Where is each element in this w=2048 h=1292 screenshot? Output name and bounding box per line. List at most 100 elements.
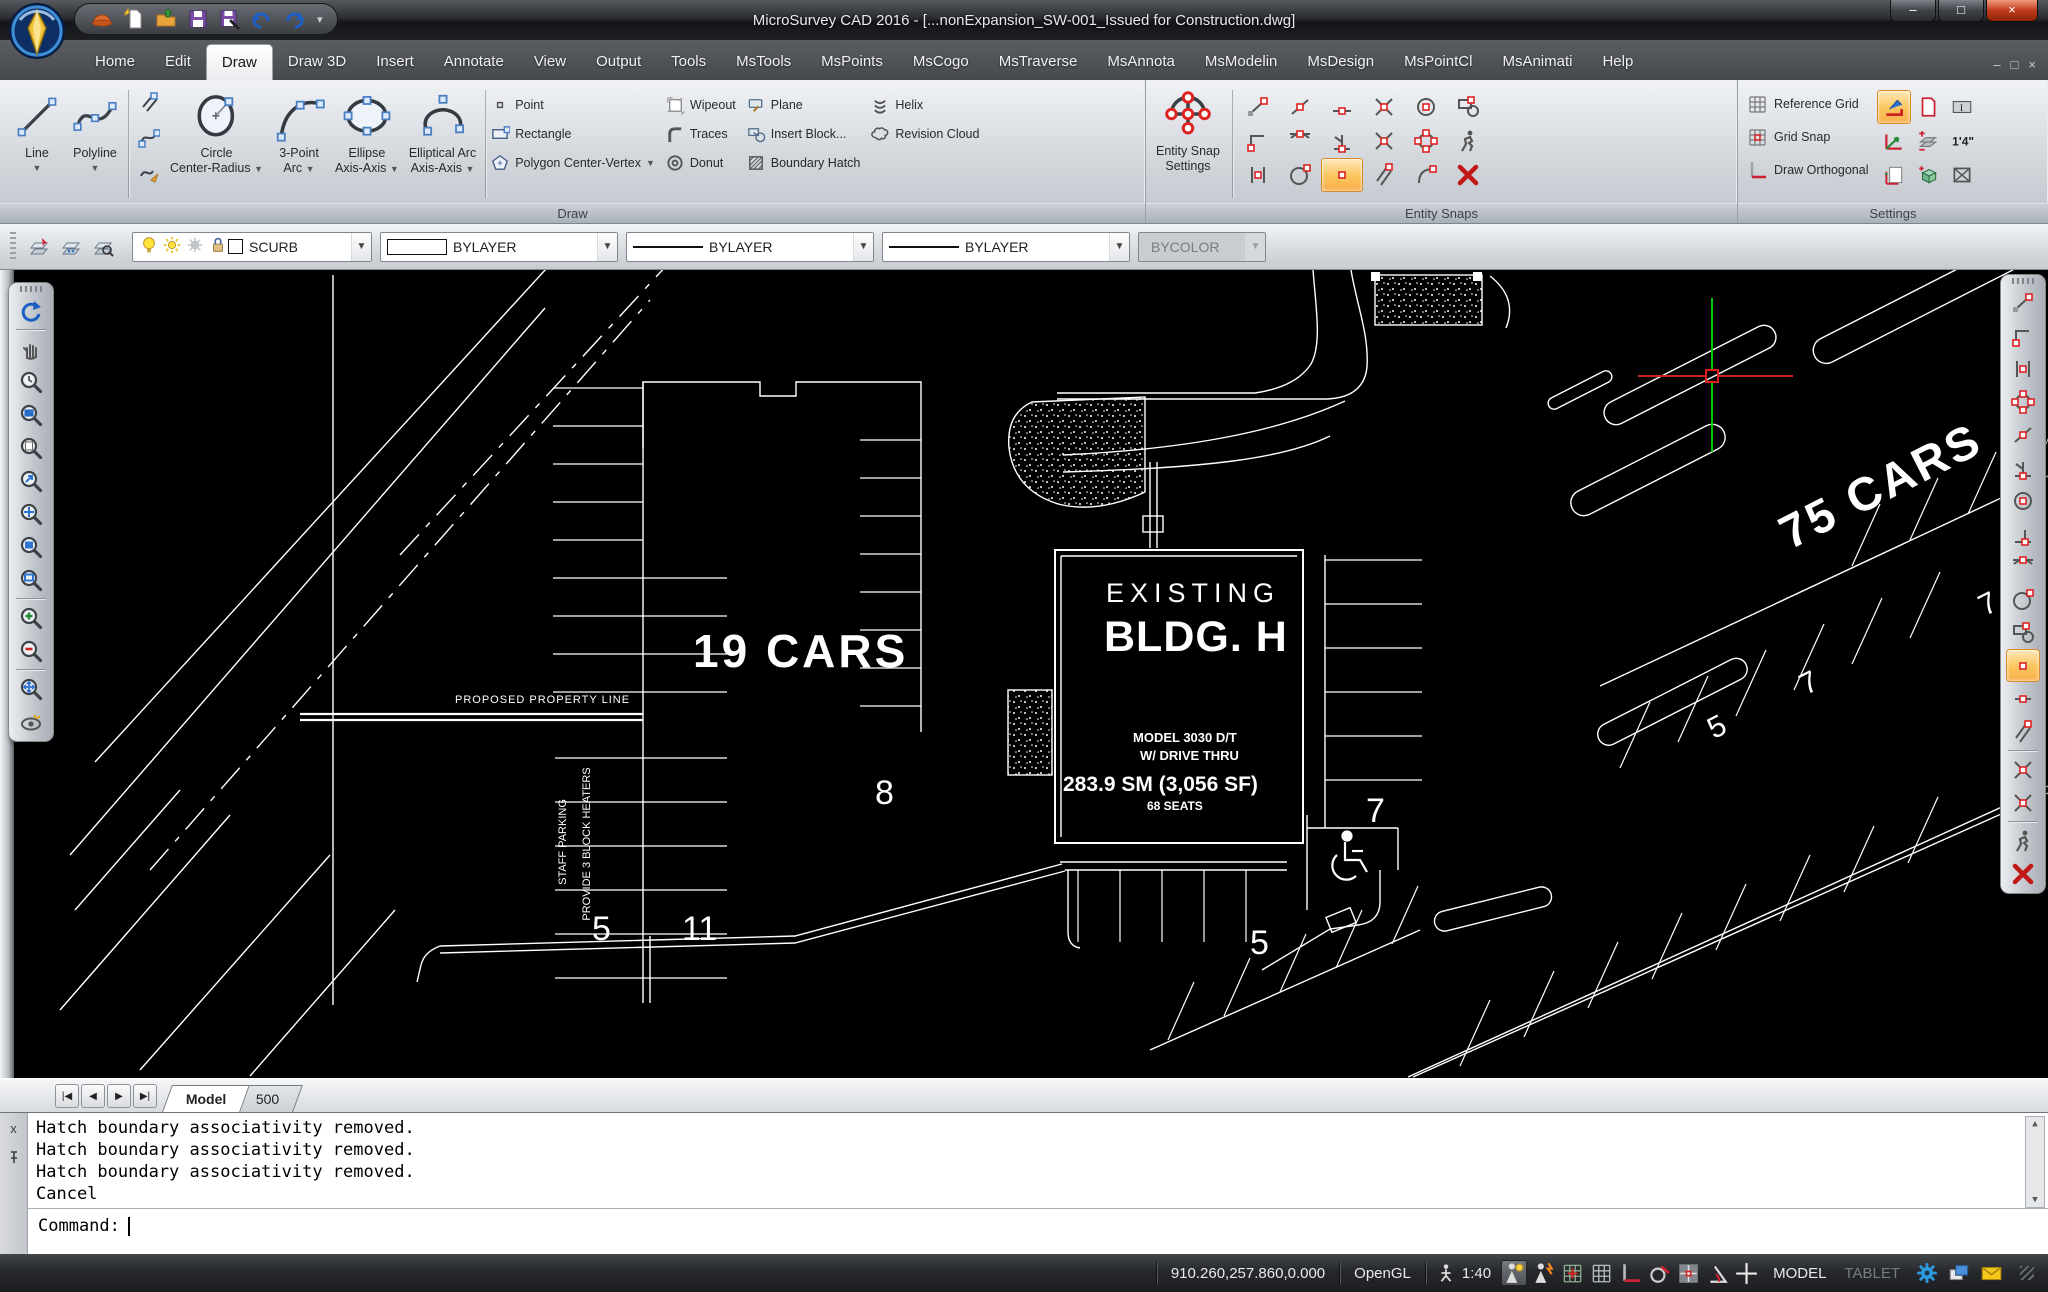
ortho-toggle[interactable]: [1617, 1260, 1643, 1286]
three-point-arc-button[interactable]: 3-Point Arc ▼: [268, 86, 330, 179]
scroll-up-icon[interactable]: ▲: [2032, 1117, 2037, 1131]
snap-circle-tangent-button[interactable]: [2006, 583, 2040, 616]
chevron-down-icon[interactable]: ▼: [853, 233, 873, 261]
tab-mspoints[interactable]: MsPoints: [806, 44, 898, 80]
feet-inches-button[interactable]: 1'4": [1945, 124, 1979, 158]
regen-button[interactable]: [14, 294, 48, 327]
pin-icon[interactable]: [7, 1150, 21, 1164]
tab-draw-3d[interactable]: Draw 3D: [273, 44, 361, 80]
crosshair-box-toggle[interactable]: [1675, 1260, 1701, 1286]
minimize-button[interactable]: –: [1890, 0, 1936, 22]
tab-mstools[interactable]: MsTools: [721, 44, 806, 80]
sheet-tab-model[interactable]: Model: [162, 1085, 250, 1112]
zoom-page-button[interactable]: [14, 431, 48, 464]
open-file-button[interactable]: [153, 6, 179, 32]
command-area[interactable]: Hatch boundary associativity removed.Hat…: [28, 1113, 2048, 1254]
snap-midpoint-between-button[interactable]: [2006, 352, 2040, 385]
snap-circle-tangent-button[interactable]: [1279, 158, 1321, 192]
snap-quick-snap-button[interactable]: [1447, 124, 1489, 158]
esnap-toggle[interactable]: [1646, 1260, 1672, 1286]
toolbar-grip[interactable]: [2012, 278, 2034, 284]
snap-midpoint-button[interactable]: [1321, 90, 1363, 124]
ellipse-axis-axis-button[interactable]: Ellipse Axis-Axis ▼: [330, 86, 404, 179]
snap-perpendicular-button[interactable]: [1321, 124, 1363, 158]
tab-insert[interactable]: Insert: [361, 44, 429, 80]
snap-endpoint-button[interactable]: [2006, 286, 2040, 319]
new-file-button[interactable]: [121, 6, 147, 32]
plane-button[interactable]: Plane: [746, 90, 861, 119]
doc-minimize-button[interactable]: –: [1993, 57, 2000, 72]
snap-apparent-intersection-button[interactable]: [2006, 786, 2040, 819]
insert-block-button[interactable]: Insert Block...: [746, 119, 861, 148]
view-settings-button[interactable]: [14, 705, 48, 738]
entity-snap-settings-button[interactable]: Entity Snap Settings: [1154, 86, 1228, 174]
zoom-window-button[interactable]: [14, 530, 48, 563]
snap-clear-snaps-button[interactable]: [1447, 158, 1489, 192]
paper-red-button[interactable]: [1911, 90, 1945, 124]
boundary-hatch-button[interactable]: Boundary Hatch: [746, 148, 861, 177]
zoom-previous-button[interactable]: [14, 365, 48, 398]
color-combo[interactable]: BYLAYER ▼: [380, 232, 618, 262]
chevron-down-icon[interactable]: ▼: [1109, 233, 1129, 261]
entity-snap-toggle-button[interactable]: [1877, 90, 1911, 124]
sun-icon[interactable]: [162, 235, 182, 258]
draw-orthogonal-toggle[interactable]: Draw Orthogonal: [1746, 156, 1869, 184]
tab-help[interactable]: Help: [1587, 44, 1648, 80]
draftsman-toggle[interactable]: [1501, 1260, 1527, 1286]
layers-button[interactable]: [1946, 1260, 1972, 1286]
tab-mstraverse[interactable]: MsTraverse: [984, 44, 1093, 80]
scale-readout[interactable]: 1:40: [1436, 1263, 1491, 1283]
polygon-center-vertex-button[interactable]: Polygon Center-Vertex▼: [490, 148, 655, 177]
snap-insertion-button[interactable]: [1447, 90, 1489, 124]
toolbar-options-icon[interactable]: ▾: [317, 13, 323, 26]
wipeout-button[interactable]: Wipeout: [665, 90, 736, 119]
bulb-icon[interactable]: [139, 235, 159, 258]
linetype-combo[interactable]: BYLAYER ▼: [626, 232, 874, 262]
elliptical-arc-button[interactable]: Elliptical Arc Axis-Axis ▼: [404, 86, 481, 179]
text-box-button[interactable]: I: [1945, 90, 1979, 124]
grid-snap-toggle[interactable]: Grid Snap: [1746, 123, 1869, 151]
app-logo-icon[interactable]: [8, 2, 66, 60]
snap-node-button[interactable]: [1321, 158, 1363, 192]
snap-parallel-button[interactable]: [2006, 715, 2040, 748]
cube-button[interactable]: [1911, 158, 1945, 192]
save-as-button[interactable]: [217, 6, 243, 32]
tab-msdesign[interactable]: MsDesign: [1292, 44, 1389, 80]
freeze-icon[interactable]: [185, 235, 205, 258]
zoom-extents-button[interactable]: [14, 464, 48, 497]
tab-msannota[interactable]: MsAnnota: [1092, 44, 1190, 80]
lineweight-combo[interactable]: BYLAYER ▼: [882, 232, 1130, 262]
zoom-in-button[interactable]: [14, 601, 48, 634]
model-space-toggle[interactable]: MODEL: [1769, 1265, 1830, 1282]
snap-corner-button[interactable]: [2006, 319, 2040, 352]
reference-grid-toggle[interactable]: Reference Grid: [1746, 90, 1869, 118]
axis-button[interactable]: [1877, 124, 1911, 158]
snap-arc-tangent-button[interactable]: [1405, 158, 1447, 192]
renderer-label[interactable]: OpenGL: [1350, 1265, 1415, 1282]
snap-tangent-button[interactable]: [2006, 550, 2040, 583]
snap-clear-snaps-button[interactable]: [2006, 857, 2040, 890]
command-scrollbar[interactable]: ▲ ▼: [2025, 1116, 2045, 1208]
tab-annotate[interactable]: Annotate: [429, 44, 519, 80]
maximize-button[interactable]: □: [1938, 0, 1984, 22]
tab-home[interactable]: Home: [80, 44, 150, 80]
tab-mspointcl[interactable]: MsPointCl: [1389, 44, 1487, 80]
save-button[interactable]: [185, 6, 211, 32]
revision-cloud-button[interactable]: Revision Cloud: [870, 119, 979, 148]
layer-manager-button[interactable]: [26, 233, 54, 261]
line-button[interactable]: Line ▼: [8, 86, 66, 178]
snap-nearest-button[interactable]: [1279, 90, 1321, 124]
tab-output[interactable]: Output: [581, 44, 656, 80]
donut-button[interactable]: Donut: [665, 148, 736, 177]
snap-quadrant-button[interactable]: [2006, 385, 2040, 418]
doc-restore-button[interactable]: □: [2011, 57, 2019, 72]
toolbar-grip[interactable]: [20, 286, 42, 292]
tab-msanimati[interactable]: MsAnimati: [1487, 44, 1587, 80]
undo-button[interactable]: [249, 6, 275, 32]
mail-button[interactable]: [1978, 1260, 2004, 1286]
sheet-nav-0[interactable]: |◀: [55, 1084, 79, 1108]
sketch-button[interactable]: [134, 158, 164, 188]
zoom-selected-button[interactable]: [14, 563, 48, 596]
zoom-all-button[interactable]: [14, 672, 48, 705]
close-button[interactable]: ×: [1986, 0, 2038, 22]
